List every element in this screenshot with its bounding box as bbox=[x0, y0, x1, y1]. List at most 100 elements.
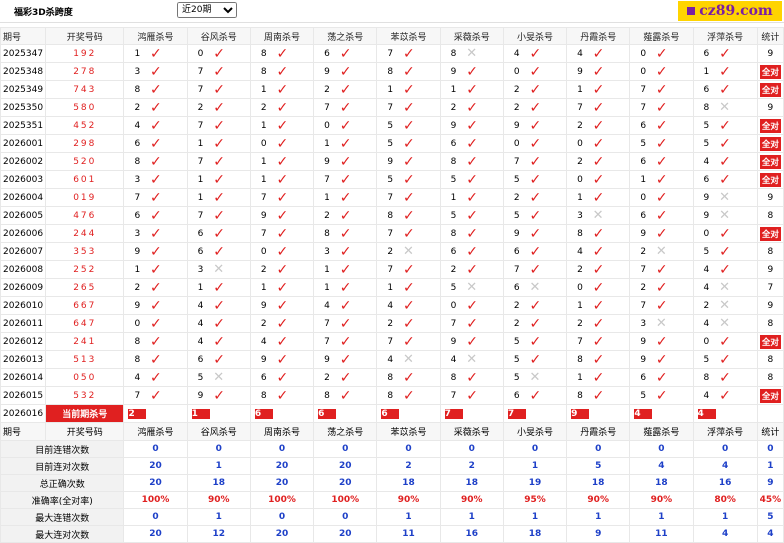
check-icon: ✓ bbox=[466, 333, 478, 350]
mark-cell: ✓ bbox=[150, 296, 188, 315]
period-select[interactable]: 近20期 bbox=[177, 2, 237, 18]
check-icon: ✓ bbox=[213, 99, 225, 116]
check-icon: ✓ bbox=[213, 387, 225, 404]
check-icon: ✓ bbox=[213, 45, 225, 62]
kill-number: 7 bbox=[376, 332, 403, 351]
mark-cell: ✓ bbox=[339, 44, 378, 63]
stat-value: 4 bbox=[692, 457, 758, 475]
check-icon: ✓ bbox=[339, 117, 352, 134]
mark-cell: ✓ bbox=[655, 152, 694, 171]
kill-number: 4 bbox=[376, 350, 403, 369]
empty-cell bbox=[756, 404, 784, 423]
stat-value: 1 bbox=[502, 508, 568, 526]
kill-number: 7 bbox=[249, 188, 277, 207]
cross-icon: ✕ bbox=[719, 280, 731, 295]
mark-cell: ✓ bbox=[592, 98, 631, 117]
current-kill-cell: 9 bbox=[566, 404, 593, 423]
mark-cell: ✕ bbox=[529, 368, 568, 387]
kill-number: 7 bbox=[123, 386, 151, 405]
prize-number: 580 bbox=[45, 98, 125, 117]
kill-number: 1 bbox=[249, 80, 277, 99]
issue-cell: 2026002 bbox=[0, 152, 47, 171]
mark-cell: ✓ bbox=[466, 170, 504, 189]
all-right-badge: 全对 bbox=[759, 118, 781, 133]
current-kill-number: 1 bbox=[191, 408, 210, 419]
mark-cell: ✓ bbox=[276, 170, 315, 189]
kill-number: 0 bbox=[629, 188, 656, 207]
kill-number: 9 bbox=[629, 350, 656, 369]
mark-cell: ✓ bbox=[592, 170, 631, 189]
mark-cell: ✓ bbox=[529, 170, 568, 189]
mark-cell: ✓ bbox=[655, 134, 694, 153]
kill-number: 1 bbox=[629, 170, 656, 189]
mark-cell: ✓ bbox=[276, 278, 315, 297]
mark-cell: ✕ bbox=[719, 188, 758, 207]
kill-number: 7 bbox=[629, 80, 656, 99]
kill-number: 6 bbox=[692, 170, 720, 189]
prize-number: 743 bbox=[45, 80, 125, 99]
stat-value: 4 bbox=[629, 457, 694, 475]
mark-cell: ✓ bbox=[402, 188, 441, 207]
current-kill-number: 2 bbox=[128, 408, 147, 419]
prize-number: 532 bbox=[45, 386, 125, 405]
prize-number: 667 bbox=[45, 296, 125, 315]
kill-number: 1 bbox=[376, 80, 403, 99]
check-icon: ✓ bbox=[150, 351, 162, 368]
stat-value: 9 bbox=[756, 474, 784, 492]
stat-cell: 8 bbox=[756, 350, 784, 369]
check-icon: ✓ bbox=[402, 261, 415, 278]
kill-number: 8 bbox=[123, 152, 151, 171]
mark-cell: ✓ bbox=[402, 224, 441, 243]
mark-cell: ✓ bbox=[719, 170, 758, 189]
kill-number: 1 bbox=[376, 278, 403, 297]
kill-number: 4 bbox=[249, 332, 277, 351]
check-icon: ✓ bbox=[150, 225, 162, 242]
kill-number: 9 bbox=[186, 386, 214, 405]
check-icon: ✓ bbox=[402, 117, 415, 134]
brand-logo[interactable]: cz89.com bbox=[678, 1, 782, 21]
stat-value: 5 bbox=[566, 457, 631, 475]
mark-cell: ✓ bbox=[276, 44, 315, 63]
kill-number: 9 bbox=[439, 116, 467, 135]
table-row: 2026012 241 8 ✓ 4 ✓ 4 ✓ 7 ✓ 7 ✓ 9 ✓ 5 ✓ 7 ✓ 9 ✓ 0 ✓ 全对 bbox=[0, 332, 784, 351]
current-kill-cell: 4 bbox=[629, 404, 656, 423]
column-header: 丹霞杀号 bbox=[566, 422, 631, 441]
cross-icon: ✕ bbox=[719, 100, 731, 115]
mark-cell: ✓ bbox=[466, 260, 504, 279]
mark-cell: ✓ bbox=[466, 368, 504, 387]
check-icon: ✓ bbox=[213, 279, 225, 296]
mark-cell: ✓ bbox=[466, 188, 504, 207]
header-row: 期号 开奖号码 鸿雁杀号 谷风杀号 周南杀号 荡之杀号 苯苡杀号 采薇杀号 小旻杀号 丹霞杀号 薤露… bbox=[0, 422, 784, 441]
mark-cell: ✓ bbox=[213, 62, 251, 81]
cross-icon: ✕ bbox=[213, 262, 225, 277]
kill-number: 1 bbox=[692, 62, 720, 81]
stat-value: 1 bbox=[439, 508, 504, 526]
column-header: 苯苡杀号 bbox=[376, 27, 441, 45]
mark-cell: ✓ bbox=[339, 152, 378, 171]
check-icon: ✓ bbox=[592, 279, 605, 296]
kill-number: 7 bbox=[123, 188, 151, 207]
mark-cell: ✓ bbox=[402, 116, 441, 135]
table-row: 2026002 520 8 ✓ 7 ✓ 1 ✓ 9 ✓ 9 ✓ 8 ✓ 7 ✓ 2 ✓ 6 ✓ 4 ✓ 全对 bbox=[0, 152, 784, 171]
check-icon: ✓ bbox=[276, 243, 289, 260]
check-icon: ✓ bbox=[655, 279, 668, 296]
all-right-badge: 全对 bbox=[759, 154, 781, 169]
kill-number: 3 bbox=[566, 206, 593, 225]
table-row: 2026008 252 1 ✓ 3 ✕ 2 ✓ 1 ✓ 7 ✓ 2 ✓ 7 ✓ 2 ✓ 7 ✓ 4 ✓ 9 bbox=[0, 260, 784, 279]
kill-number: 9 bbox=[313, 62, 340, 81]
issue-cell: 2026005 bbox=[0, 206, 47, 225]
mark-cell: ✓ bbox=[150, 242, 188, 261]
kill-number: 2 bbox=[566, 116, 593, 135]
kill-number: 1 bbox=[566, 188, 593, 207]
check-icon: ✓ bbox=[719, 225, 731, 242]
mark-cell: ✓ bbox=[213, 386, 251, 405]
current-kill-cell: 7 bbox=[439, 404, 467, 423]
mark-cell: ✓ bbox=[529, 80, 568, 99]
kill-number: 4 bbox=[123, 368, 151, 387]
check-icon: ✓ bbox=[150, 369, 162, 386]
empty-cell bbox=[592, 404, 631, 423]
mark-cell: ✓ bbox=[276, 350, 315, 369]
cross-icon: ✕ bbox=[655, 316, 667, 331]
stat-cell: 全对 bbox=[756, 170, 784, 189]
mark-cell: ✓ bbox=[529, 116, 568, 135]
